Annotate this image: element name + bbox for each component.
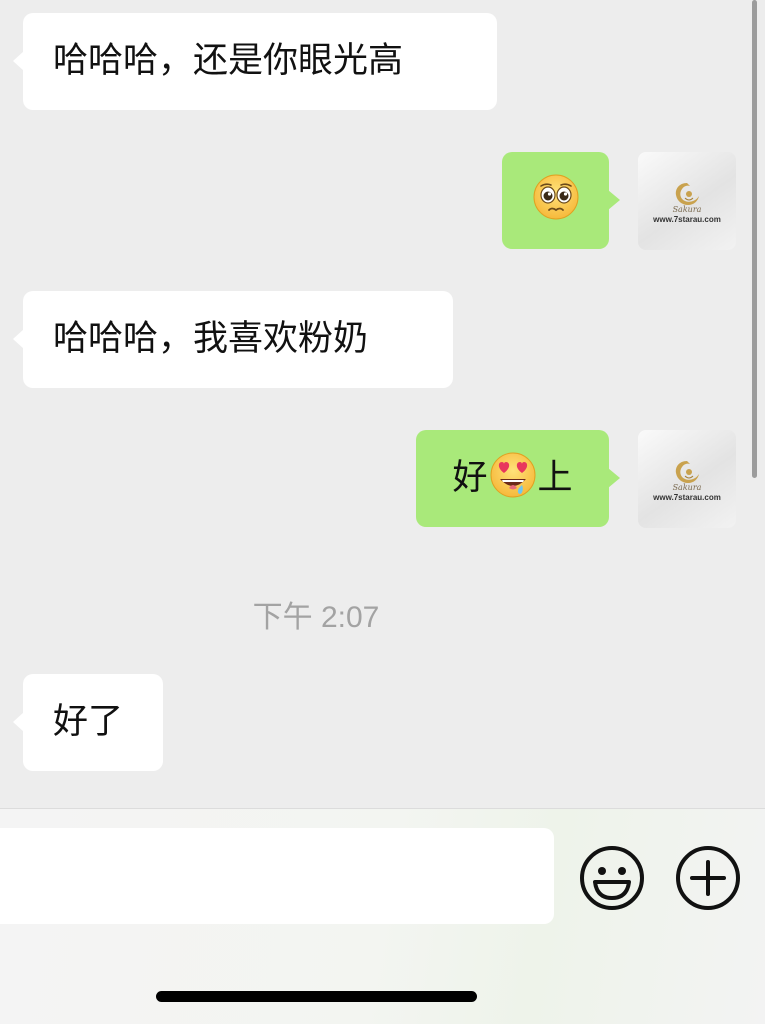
message-list[interactable]: 哈哈哈，还是你眼光高 Sakura www.7starau.com 哈哈哈，我喜… — [0, 0, 765, 808]
message-text: 哈哈哈，我喜欢粉奶 — [53, 319, 369, 359]
message-text: 好了 — [53, 702, 124, 742]
add-more-button[interactable] — [675, 845, 741, 911]
smiley-face-icon — [580, 846, 644, 910]
message-text-before: 好 — [452, 458, 488, 498]
scrollbar[interactable] — [752, 0, 757, 478]
message-input[interactable] — [0, 828, 554, 924]
user-avatar[interactable]: Sakura www.7starau.com — [638, 152, 736, 250]
outgoing-message-bubble[interactable]: 好 上 — [416, 430, 620, 527]
chat-screen: 哈哈哈，还是你眼光高 Sakura www.7starau.com 哈哈哈，我喜… — [0, 0, 765, 1024]
message-text: 哈哈哈，还是你眼光高 — [53, 41, 404, 81]
pleading-face-emoji — [532, 173, 580, 228]
avatar-site-text: www.7starau.com — [653, 492, 721, 502]
incoming-message-bubble[interactable]: 哈哈哈，还是你眼光高 — [13, 13, 497, 110]
heart-eyes-drooling-emoji — [489, 451, 537, 506]
avatar-site-text: www.7starau.com — [653, 214, 721, 224]
message-text-after: 上 — [537, 458, 573, 498]
incoming-message-bubble[interactable]: 好了 — [13, 674, 163, 771]
plus-circle-icon — [676, 846, 740, 910]
message-timestamp: 下午 2:07 — [252, 601, 380, 634]
avatar-brand-text: Sakura — [672, 204, 702, 214]
outgoing-message-bubble[interactable] — [502, 152, 620, 249]
user-avatar[interactable]: Sakura www.7starau.com — [638, 430, 736, 528]
home-indicator[interactable] — [156, 991, 477, 1002]
input-bar — [0, 808, 765, 1024]
incoming-message-bubble[interactable]: 哈哈哈，我喜欢粉奶 — [13, 291, 453, 388]
emoji-button[interactable] — [579, 845, 645, 911]
avatar-brand-text: Sakura — [672, 482, 702, 492]
